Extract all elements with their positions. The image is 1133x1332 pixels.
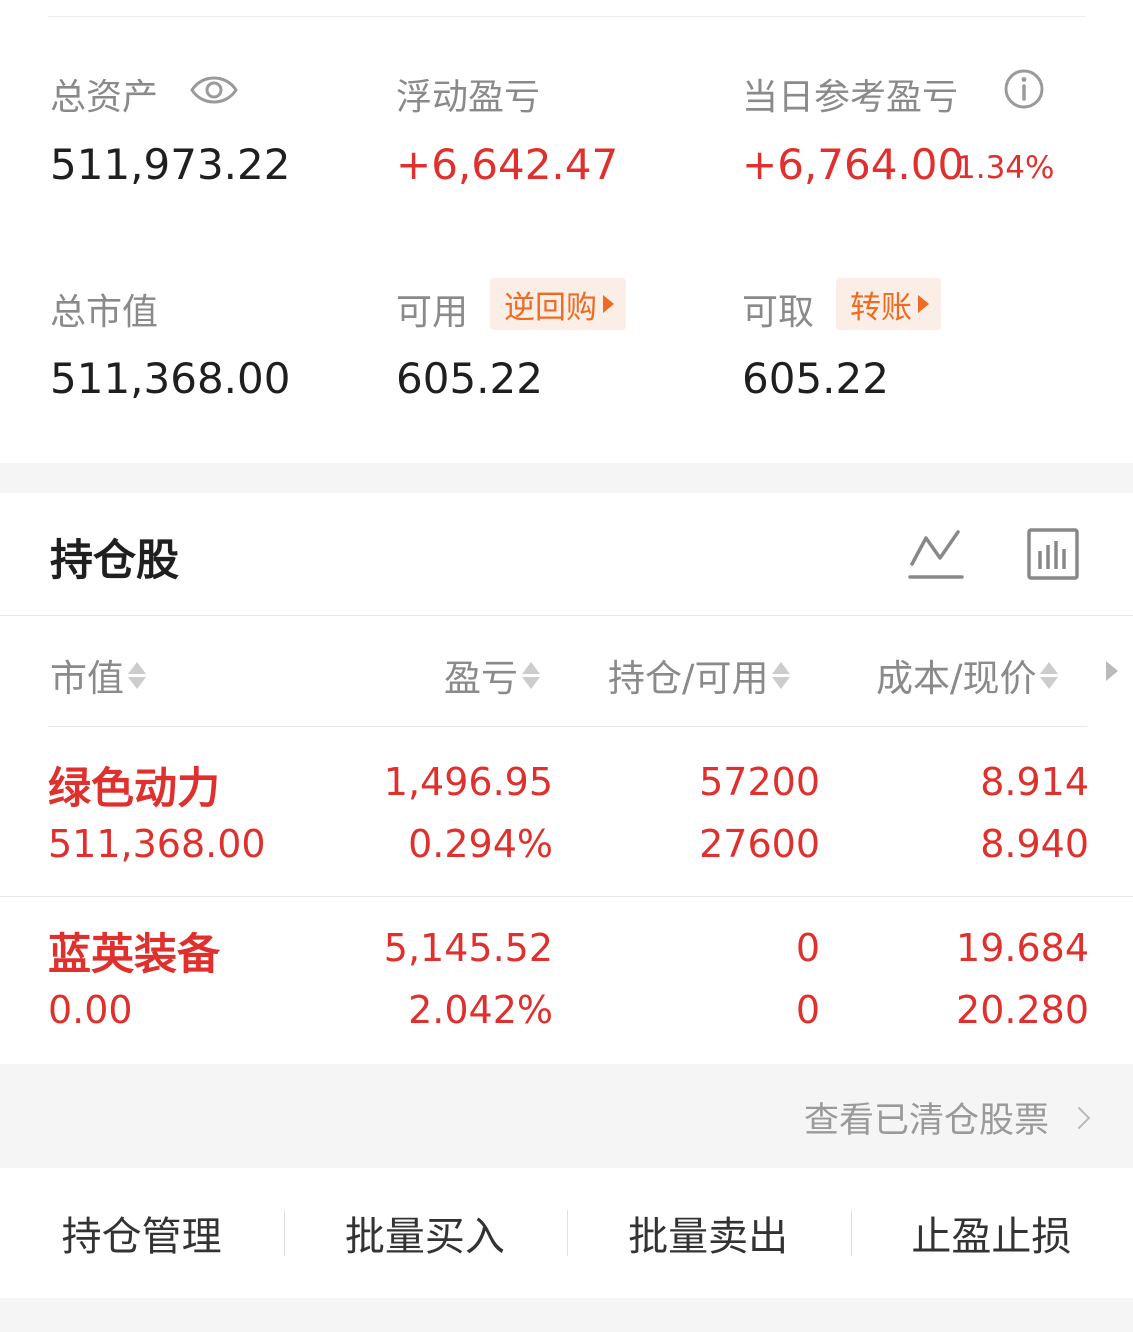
section-separator — [0, 463, 1133, 493]
floating-pl-value: +6,642.47 — [396, 140, 619, 189]
stock-cost: 19.684 — [956, 926, 1089, 970]
withdrawable-value: 605.22 — [742, 354, 889, 403]
daily-pl-label: 当日参考盈亏 — [742, 77, 959, 118]
col-header-position[interactable]: 持仓/可用 — [608, 648, 791, 702]
action-label: 止盈止损 — [911, 1214, 1072, 1260]
position-management-button[interactable]: 持仓管理 — [0, 1168, 283, 1298]
take-profit-stop-loss-button[interactable]: 止盈止损 — [850, 1168, 1133, 1298]
sort-icon — [772, 661, 791, 689]
daily-pl-value: +6,764.00 — [742, 140, 965, 189]
stock-price: 8.940 — [980, 822, 1089, 866]
bottom-band — [0, 1298, 1133, 1332]
stock-market-value: 0.00 — [48, 988, 133, 1032]
table-header-divider — [48, 726, 1087, 727]
reverse-repo-label: 逆回购 — [504, 289, 597, 326]
row-divider — [0, 896, 1133, 897]
withdrawable-label: 可取 — [742, 292, 815, 333]
view-cleared-stocks-link[interactable]: 查看已清仓股票 — [803, 1092, 1091, 1143]
col-header-cost-price[interactable]: 成本/现价 — [876, 648, 1059, 702]
action-label: 持仓管理 — [61, 1214, 222, 1260]
stock-name: 绿色动力 — [48, 764, 220, 814]
stock-pl: 5,145.52 — [383, 926, 553, 970]
col-header-label: 成本/现价 — [876, 657, 1037, 700]
stock-available: 27600 — [699, 822, 820, 866]
eye-icon[interactable] — [190, 70, 238, 114]
daily-pl-percent: 1.34% — [956, 150, 1055, 186]
stock-pl: 1,496.95 — [383, 760, 553, 804]
total-assets-value: 511,973.22 — [50, 140, 291, 189]
col-header-pl[interactable]: 盈亏 — [444, 648, 540, 702]
header-divider — [0, 615, 1133, 616]
top-divider — [48, 16, 1085, 17]
stock-pl-percent: 2.042% — [408, 988, 553, 1032]
batch-sell-button[interactable]: 批量卖出 — [567, 1168, 850, 1298]
stock-pl-percent: 0.294% — [408, 822, 553, 866]
bottom-action-bar: 持仓管理 批量买入 批量卖出 止盈止损 — [0, 1168, 1133, 1298]
view-cleared-stocks-label: 查看已清仓股票 — [803, 1101, 1049, 1141]
floating-pl-label: 浮动盈亏 — [396, 77, 541, 118]
stock-position: 0 — [795, 926, 820, 970]
holdings-title: 持仓股 — [50, 536, 179, 586]
sort-icon — [522, 661, 540, 689]
batch-buy-button[interactable]: 批量买入 — [283, 1168, 566, 1298]
col-header-market-value[interactable]: 市值 — [50, 648, 146, 702]
play-arrow-icon — [603, 295, 614, 313]
play-arrow-icon — [918, 295, 929, 313]
bar-chart-icon[interactable] — [1026, 527, 1080, 587]
action-label: 批量买入 — [344, 1214, 505, 1260]
reverse-repo-button[interactable]: 逆回购 — [490, 278, 626, 330]
market-value-value: 511,368.00 — [50, 354, 291, 403]
stock-cost: 8.914 — [980, 760, 1089, 804]
market-value-label: 总市值 — [50, 292, 159, 333]
action-divider — [567, 1210, 568, 1256]
stock-available: 0 — [795, 988, 820, 1032]
col-header-label: 市值 — [50, 657, 124, 700]
col-header-label: 盈亏 — [444, 657, 518, 700]
info-icon[interactable] — [1002, 67, 1046, 115]
action-divider — [284, 1210, 285, 1256]
total-assets-label: 总资产 — [50, 77, 159, 118]
transfer-label: 转账 — [850, 289, 912, 326]
action-divider — [851, 1210, 852, 1256]
transfer-button[interactable]: 转账 — [836, 278, 941, 330]
scroll-right-icon[interactable] — [1106, 661, 1118, 681]
line-chart-icon[interactable] — [908, 528, 964, 586]
available-value: 605.22 — [396, 354, 543, 403]
col-header-label: 持仓/可用 — [608, 657, 769, 700]
stock-price: 20.280 — [956, 988, 1089, 1032]
chevron-right-icon — [1067, 1106, 1091, 1129]
available-label: 可用 — [396, 292, 469, 333]
sort-icon — [1040, 661, 1059, 689]
stock-market-value: 511,368.00 — [48, 822, 266, 866]
action-label: 批量卖出 — [628, 1214, 789, 1260]
stock-position: 57200 — [699, 760, 820, 804]
stock-name: 蓝英装备 — [48, 930, 220, 980]
sort-icon — [128, 661, 146, 689]
